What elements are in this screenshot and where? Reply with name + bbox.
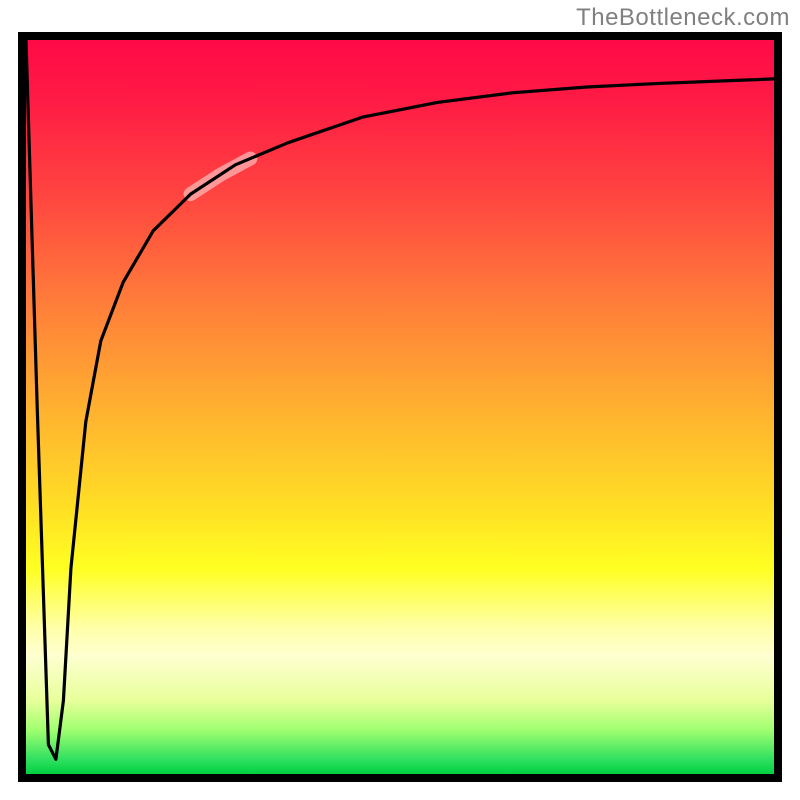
- curve-svg: [26, 40, 774, 774]
- chart-container: TheBottleneck.com: [0, 0, 800, 800]
- watermark-text: TheBottleneck.com: [576, 4, 790, 32]
- plot-area: [18, 32, 782, 782]
- curve-path: [26, 40, 774, 759]
